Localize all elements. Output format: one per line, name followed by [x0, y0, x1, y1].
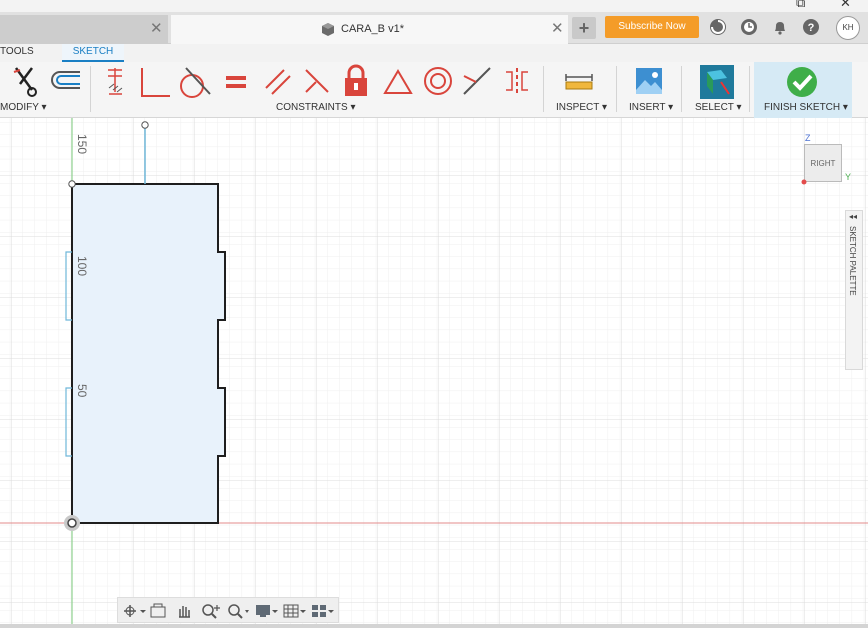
- navigation-bar: [117, 597, 339, 623]
- finish-sketch-label: FINISH SKETCH ▾: [764, 102, 848, 113]
- triangle-constraint-icon[interactable]: [382, 68, 414, 96]
- bell-icon[interactable]: [771, 18, 789, 36]
- title-strip: ⧉ ✕: [0, 0, 868, 12]
- look-at-icon[interactable]: [148, 603, 172, 619]
- close-icon[interactable]: ✕: [150, 20, 163, 38]
- midpoint-constraint-icon[interactable]: [462, 66, 492, 96]
- coincident-dimension-icon[interactable]: [104, 64, 128, 98]
- job-status-icon[interactable]: [709, 18, 727, 36]
- user-avatar[interactable]: KH: [836, 16, 860, 40]
- document-tab-bar: ✕ CARA_B v1* ✕ + Subscribe Now ? KH: [0, 12, 868, 44]
- offset-icon[interactable]: [48, 68, 82, 94]
- tab-title: CARA_B v1*: [341, 23, 404, 35]
- viewcube[interactable]: RIGHT: [804, 144, 842, 182]
- dimension-label-100: 100: [75, 256, 89, 277]
- fusion-window: ⧉ ✕ ✕ CARA_B v1* ✕ + Subscribe Now ? KH …: [0, 0, 868, 628]
- inspect-menu[interactable]: INSPECT ▾: [556, 102, 607, 113]
- collapse-palette-icon[interactable]: ◂◂: [849, 212, 857, 221]
- insert-menu[interactable]: INSERT ▾: [629, 102, 673, 113]
- select-icon[interactable]: [699, 64, 735, 100]
- modify-menu[interactable]: MODIFY ▾: [0, 102, 47, 113]
- finish-sketch-panel[interactable]: FINISH SKETCH ▾: [754, 62, 852, 118]
- zoom-window-icon[interactable]: [226, 603, 250, 619]
- help-icon[interactable]: ?: [802, 18, 820, 36]
- select-menu[interactable]: SELECT ▾: [695, 102, 742, 113]
- concentric-constraint-icon[interactable]: [422, 66, 454, 96]
- dimension-label-50: 50: [75, 384, 89, 398]
- ribbon-tab-row: TOOLS SKETCH: [0, 44, 868, 62]
- collinear-constraint-icon[interactable]: [302, 66, 332, 96]
- sketch-ribbon: MODIFY ▾ CONSTRAINTS ▾ INSPECT ▾ INSERT …: [0, 62, 868, 118]
- symmetry-constraint-icon[interactable]: [502, 66, 532, 96]
- viewports-icon[interactable]: [310, 603, 334, 619]
- constraints-menu[interactable]: CONSTRAINTS ▾: [276, 102, 355, 113]
- measure-icon[interactable]: [563, 72, 595, 92]
- window-bottom-border: [0, 624, 868, 628]
- display-settings-icon[interactable]: [254, 603, 278, 619]
- tab-tools[interactable]: TOOLS: [0, 44, 40, 62]
- trim-scissors-icon[interactable]: [10, 66, 42, 98]
- check-icon: [787, 67, 817, 97]
- sketch-palette-label: SKETCH PALETTE: [848, 226, 857, 296]
- equal-constraint-icon[interactable]: [224, 74, 248, 90]
- perpendicular-constraint-icon[interactable]: [138, 66, 172, 98]
- z-axis-label: Z: [805, 133, 811, 143]
- restore-button[interactable]: ⧉: [796, 0, 805, 9]
- svg-text:?: ?: [808, 22, 815, 34]
- close-icon[interactable]: ✕: [551, 20, 564, 38]
- close-window-button[interactable]: ✕: [840, 0, 851, 9]
- orbit-icon[interactable]: [122, 603, 146, 619]
- tab-sketch[interactable]: SKETCH: [62, 44, 124, 62]
- tab-other-document[interactable]: ✕: [0, 15, 168, 44]
- sketch-canvas[interactable]: 150 100 50: [0, 118, 868, 628]
- component-icon: [322, 23, 334, 36]
- dimension-label-150: 150: [75, 134, 89, 155]
- zoom-icon[interactable]: [200, 603, 224, 619]
- y-axis-label: Y: [845, 172, 852, 182]
- pan-hand-icon[interactable]: [174, 603, 198, 619]
- tangent-constraint-icon[interactable]: [178, 66, 212, 98]
- insert-image-icon[interactable]: [634, 66, 664, 96]
- fix-lock-icon[interactable]: [342, 64, 370, 98]
- tab-cara-b[interactable]: CARA_B v1* ✕: [171, 15, 568, 44]
- sketch-grid[interactable]: [0, 118, 868, 628]
- grid-settings-icon[interactable]: [282, 603, 306, 619]
- parallel-constraint-icon[interactable]: [262, 66, 292, 96]
- subscribe-button[interactable]: Subscribe Now: [605, 16, 699, 38]
- new-tab-button[interactable]: +: [572, 17, 596, 39]
- viewcube-origin-icon: [801, 179, 807, 185]
- clock-icon[interactable]: [740, 18, 758, 36]
